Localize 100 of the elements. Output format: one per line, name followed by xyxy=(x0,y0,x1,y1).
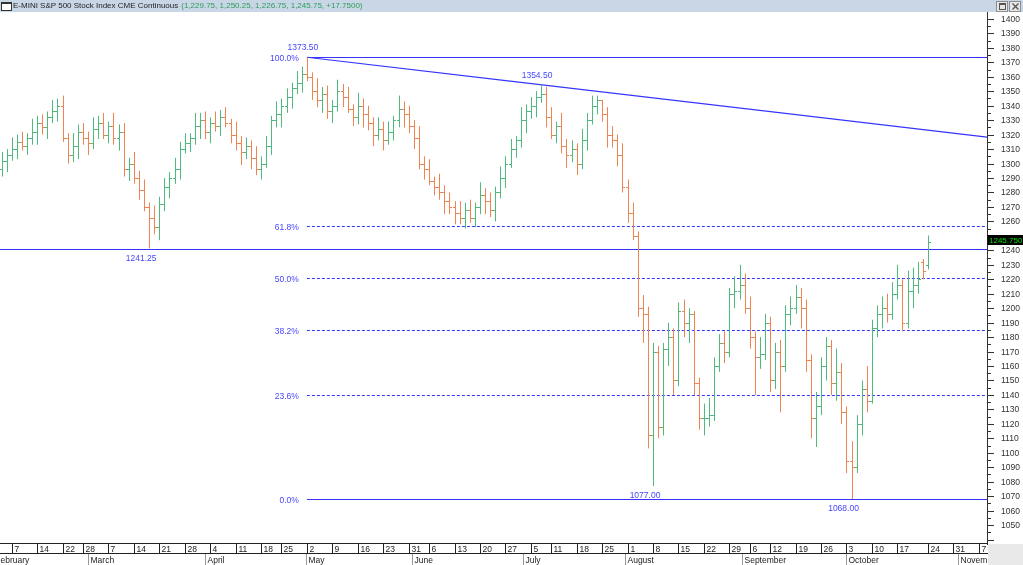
date-label: 19 xyxy=(798,543,808,554)
date-label: 1 xyxy=(630,543,636,554)
close-icon xyxy=(1011,2,1019,10)
month-label: June xyxy=(414,554,433,565)
close-button[interactable] xyxy=(1009,0,1021,12)
month-label: September xyxy=(744,554,787,565)
month-label: April xyxy=(207,554,225,565)
date-label: 11 xyxy=(238,543,248,554)
axis-corner-panel xyxy=(988,544,1023,565)
date-label: 14 xyxy=(136,543,146,554)
date-label: 16 xyxy=(360,543,370,554)
price-axis-label: 1360 xyxy=(1001,71,1020,82)
fibonacci-level-label: 0.0% xyxy=(279,494,299,505)
restore-button[interactable] xyxy=(996,0,1008,12)
date-label: 9 xyxy=(334,543,340,554)
date-label: 21 xyxy=(161,543,171,554)
price-axis-label: 1270 xyxy=(1001,201,1020,212)
price-axis-label: 1280 xyxy=(1001,187,1020,198)
date-label: 6 xyxy=(752,543,758,554)
date-label: 12 xyxy=(772,543,782,554)
month-label: Novem xyxy=(960,554,988,565)
price-axis-label: 1210 xyxy=(1001,288,1020,299)
date-label: 20 xyxy=(482,543,492,554)
price-axis-label: 1170 xyxy=(1001,346,1020,357)
price-axis-label: 1230 xyxy=(1001,259,1020,270)
date-label: 18 xyxy=(579,543,589,554)
price-axis-label: 1150 xyxy=(1001,375,1020,386)
price-label: 1068.00 xyxy=(828,503,859,514)
date-label: 3 xyxy=(848,543,854,554)
date-label: 10 xyxy=(874,543,884,554)
date-label: 5 xyxy=(533,543,539,554)
fibonacci-level-label: 23.6% xyxy=(274,390,299,401)
date-label: 29 xyxy=(731,543,741,554)
price-axis-label: 1300 xyxy=(1001,158,1020,169)
date-label: 13 xyxy=(457,543,467,554)
price-axis-label: 1370 xyxy=(1001,57,1020,68)
date-label: 28 xyxy=(187,543,197,554)
month-label: March xyxy=(90,554,115,565)
month-label: October xyxy=(848,554,879,565)
date-label: 25 xyxy=(604,543,614,554)
price-label: 1077.00 xyxy=(629,490,661,500)
price-axis-label: 1110 xyxy=(1001,433,1019,444)
price-axis-label: 1260 xyxy=(1001,216,1020,227)
date-label: 7 xyxy=(981,543,987,554)
price-axis-label: 1380 xyxy=(1001,42,1020,53)
price-axis-label: 1160 xyxy=(1001,361,1020,371)
date-label: 7 xyxy=(14,543,20,554)
price-axis-label: 1070 xyxy=(1001,491,1020,502)
price-label: 1373.50 xyxy=(287,42,319,53)
date-label: 18 xyxy=(263,543,273,554)
quote-values: (1,229.75, 1,250.25, 1,226.75, 1,245.75, +17.7500) xyxy=(181,0,363,12)
date-label: 22 xyxy=(706,543,716,554)
date-label: 23 xyxy=(385,543,395,554)
date-label: 17 xyxy=(899,543,909,554)
price-axis-label: 1220 xyxy=(1001,274,1020,285)
price-axis-label: 1290 xyxy=(1001,173,1020,183)
date-label: 24 xyxy=(930,543,940,554)
date-label: 6 xyxy=(431,543,437,554)
price-axis-label: 1080 xyxy=(1001,476,1020,487)
price-axis-label: 1120 xyxy=(1001,418,1020,429)
date-label: 26 xyxy=(823,543,833,554)
price-axis-label: 1330 xyxy=(1001,115,1020,126)
price-axis-label: 1390 xyxy=(1001,28,1020,39)
restore-icon xyxy=(998,2,1006,10)
fibonacci-level-label: 50.0% xyxy=(274,273,299,284)
price-label: 1241.25 xyxy=(125,252,157,263)
window-icon xyxy=(1,1,12,11)
month-label: July xyxy=(525,554,541,565)
fibonacci-level-label: 61.8% xyxy=(274,221,299,232)
price-axis-label: 1400 xyxy=(1001,13,1020,24)
price-axis-label: 1190 xyxy=(1001,317,1020,328)
price-axis-label: 1050 xyxy=(1001,520,1020,531)
price-axis-label: 1240 xyxy=(1001,245,1020,256)
date-label: 11 xyxy=(553,543,563,554)
price-axis-label: 1060 xyxy=(1001,505,1020,516)
date-label: 4 xyxy=(212,543,218,554)
price-axis-label: 1320 xyxy=(1001,129,1020,140)
price-axis-label: 1100 xyxy=(1001,447,1020,458)
chart-title: E-MINI S&P 500 Stock Index CME Continuous xyxy=(13,0,179,12)
price-axis-label: 1200 xyxy=(1001,303,1020,314)
date-label: 15 xyxy=(680,543,690,554)
date-label: 25 xyxy=(283,543,293,554)
price-label: 1354.50 xyxy=(521,69,553,80)
price-axis-label: 1140 xyxy=(1001,389,1020,400)
month-label: May xyxy=(308,554,325,565)
date-label: 2 xyxy=(309,543,315,554)
fibonacci-level-label: 100.0% xyxy=(270,52,299,63)
date-label: 8 xyxy=(655,543,661,554)
price-axis-label: 1180 xyxy=(1001,332,1020,343)
price-axis-label: 1310 xyxy=(1001,144,1020,155)
date-label: 7 xyxy=(110,543,116,554)
date-label: 31 xyxy=(955,543,965,554)
month-label: August xyxy=(627,554,654,565)
date-label: 27 xyxy=(507,543,517,554)
date-label: 22 xyxy=(65,543,75,554)
last-price-tag: 1245.750 xyxy=(987,235,1023,245)
price-axis-label: 1130 xyxy=(1001,404,1020,415)
date-label: 31 xyxy=(411,543,421,554)
date-label: 28 xyxy=(85,543,95,554)
date-label: 14 xyxy=(39,543,49,554)
